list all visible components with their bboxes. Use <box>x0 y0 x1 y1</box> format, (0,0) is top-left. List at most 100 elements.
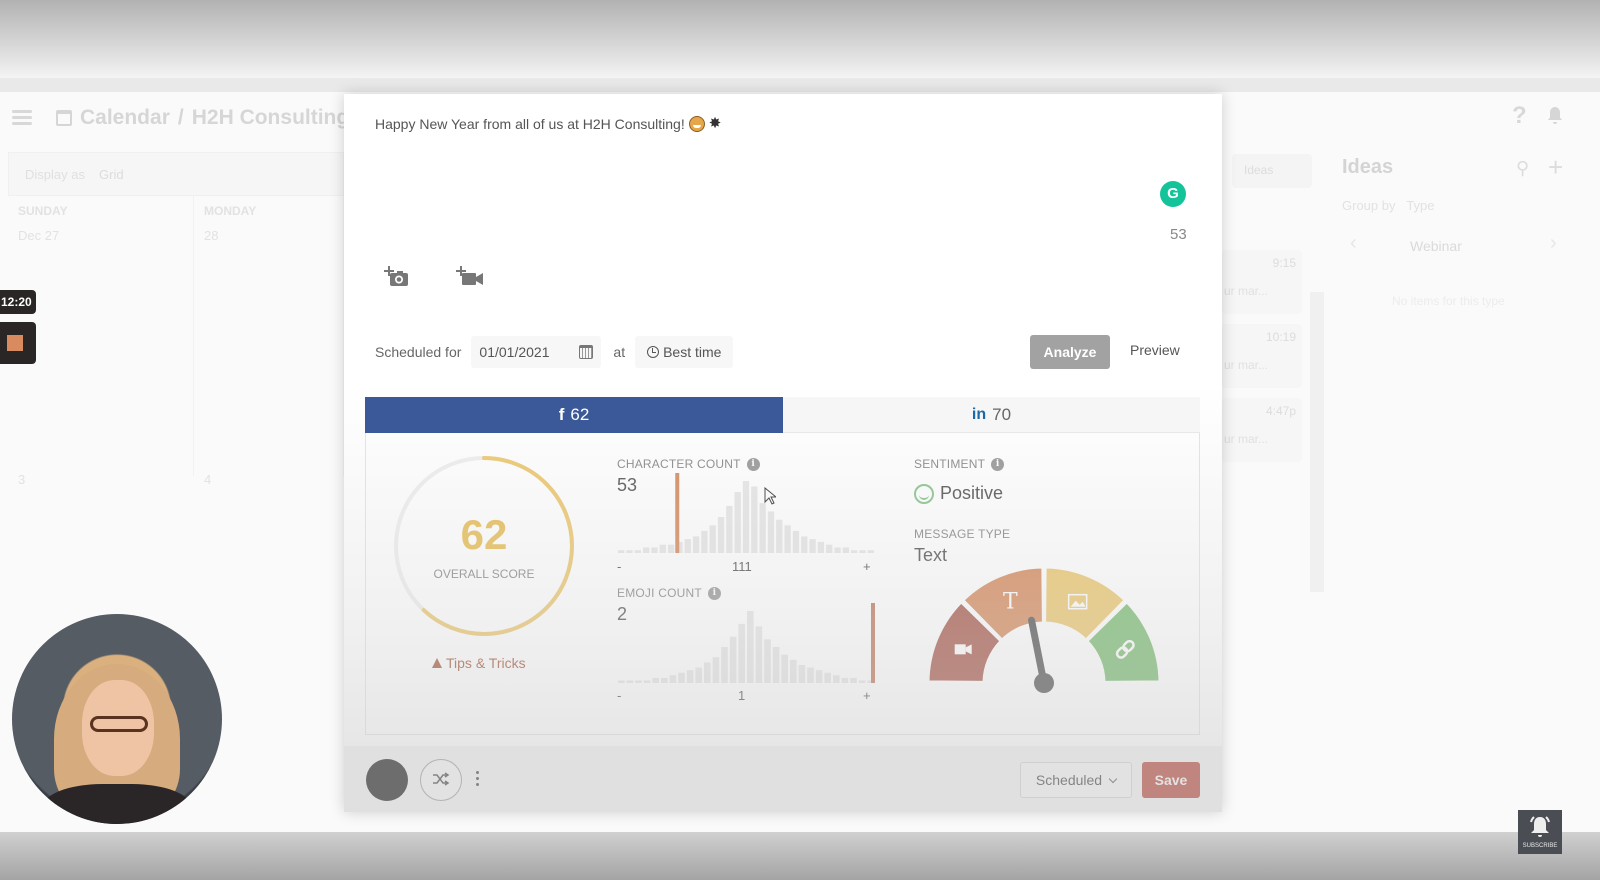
prev-category-icon[interactable]: ‹ <box>1350 232 1357 255</box>
svg-text:T: T <box>1003 590 1018 615</box>
subscribe-button[interactable]: SUBSCRIBE <box>1518 810 1562 854</box>
post-composer-modal: Happy New Year from all of us at H2H Con… <box>344 94 1222 812</box>
breadcrumb-calendar[interactable]: Calendar <box>80 106 170 130</box>
sentiment-value: Positive <box>914 483 1003 504</box>
stop-icon <box>7 335 23 351</box>
character-count-title: CHARACTER COUNT <box>617 457 741 471</box>
histogram-bar <box>792 530 800 553</box>
tab-linkedin[interactable]: in 70 <box>783 397 1200 433</box>
day-label: MONDAY <box>204 204 257 218</box>
message-type-value: Text <box>914 545 948 565</box>
add-video-icon[interactable] <box>456 266 484 288</box>
category-select[interactable]: Webinar <box>1410 238 1462 254</box>
grinning-emoji-icon <box>688 116 705 132</box>
search-icon[interactable]: ⚲ <box>1516 158 1529 179</box>
flask-icon <box>432 658 442 668</box>
histogram-bar <box>701 530 708 553</box>
histogram-bar <box>618 550 625 553</box>
calendar-icon <box>56 110 72 126</box>
mouse-cursor-icon <box>764 487 776 505</box>
status-select[interactable]: Scheduled <box>1020 762 1132 798</box>
save-button[interactable]: Save <box>1142 762 1200 798</box>
histogram-bar <box>859 550 866 553</box>
histogram-bar <box>712 657 720 683</box>
more-options-icon[interactable] <box>474 770 480 790</box>
histogram-bar <box>678 672 685 683</box>
breadcrumb: Calendar / H2H Consulting <box>56 106 349 130</box>
breadcrumb-workspace[interactable]: H2H Consulting <box>192 106 350 130</box>
scrollbar[interactable] <box>1310 292 1324 592</box>
bell-icon <box>1530 816 1550 837</box>
message-textarea[interactable]: Happy New Year from all of us at H2H Con… <box>375 116 725 132</box>
date-label: 28 <box>204 228 219 243</box>
info-icon[interactable]: i <box>707 586 721 600</box>
date-value: 01/01/2021 <box>479 344 550 360</box>
message-type-gauge: T <box>926 565 1162 693</box>
shuffle-button[interactable] <box>420 759 462 801</box>
sentiment-label: SENTIMENT i <box>914 457 1005 471</box>
info-icon[interactable]: i <box>746 457 760 471</box>
profile-avatar[interactable] <box>366 759 408 801</box>
linkedin-score: 70 <box>992 404 1012 424</box>
calendar-event[interactable]: 10:19 ur mar... <box>1222 324 1302 388</box>
tab-facebook[interactable]: f 62 <box>365 397 783 433</box>
display-as-label: Display as <box>25 167 85 182</box>
preview-button[interactable]: Preview <box>1130 342 1180 358</box>
help-icon[interactable]: ? <box>1512 102 1527 130</box>
analyze-button[interactable]: Analyze <box>1030 335 1110 369</box>
notification-bell-icon[interactable] <box>1546 106 1564 126</box>
emoji-count-label: EMOJI COUNT i <box>617 586 721 600</box>
date-input[interactable]: 01/01/2021 <box>471 336 602 368</box>
histogram-bar <box>726 505 733 553</box>
calendar-event[interactable]: 4:47p ur mar... <box>1222 398 1302 462</box>
histogram-bar <box>817 541 825 553</box>
calendar-event[interactable]: 9:15 ur mar... <box>1222 250 1302 314</box>
histogram-bar <box>815 670 823 683</box>
date-label: 3 <box>18 472 26 487</box>
overall-score-value: 62 <box>460 511 508 558</box>
axis-min-label: - <box>617 688 622 703</box>
histogram-bar <box>841 677 849 683</box>
histogram-bar <box>850 677 857 683</box>
stop-recording-button[interactable] <box>0 322 36 364</box>
add-photo-icon[interactable] <box>384 266 410 288</box>
event-time: 9:15 <box>1272 256 1296 270</box>
event-time: 10:19 <box>1265 330 1296 344</box>
histogram-bar <box>755 626 763 683</box>
network-tabs: f 62 in 70 <box>365 397 1200 433</box>
calendar-icon[interactable] <box>579 345 594 359</box>
breadcrumb-separator: / <box>177 106 184 129</box>
video-icon <box>954 644 972 655</box>
smiley-icon <box>914 483 934 504</box>
axis-max-label: + <box>863 559 871 574</box>
group-by-select[interactable]: Group by Type <box>1342 198 1435 213</box>
gauge-hub <box>1034 673 1054 693</box>
histogram-bar <box>635 680 642 683</box>
clock-icon <box>647 346 660 358</box>
calendar-column-monday: MONDAY 28 <box>194 196 344 476</box>
tips-and-tricks-link[interactable]: Tips & Tricks <box>432 655 526 671</box>
menu-icon[interactable] <box>12 110 32 126</box>
linkedin-icon: in <box>971 405 987 423</box>
histogram-bar <box>809 539 816 553</box>
histogram-bar <box>851 550 858 553</box>
histogram-bar <box>807 667 814 683</box>
histogram-bar <box>781 654 788 683</box>
grammarly-icon[interactable]: G <box>1160 181 1186 207</box>
histogram-bar <box>867 550 874 553</box>
add-idea-icon[interactable]: + <box>1548 152 1563 183</box>
ideas-toggle-button[interactable]: Ideas <box>1232 154 1312 188</box>
facebook-icon: f <box>558 405 565 424</box>
overall-score-label: OVERALL SCORE <box>433 567 535 581</box>
current-value-marker <box>675 473 680 553</box>
best-time-button[interactable]: Best time <box>635 336 734 368</box>
histogram-bar <box>686 670 694 683</box>
ideas-panel: Ideas ⚲ + Group by Type ‹ Webinar › No i… <box>1330 148 1600 548</box>
next-category-icon[interactable]: › <box>1550 232 1557 255</box>
histogram-bar <box>626 680 634 683</box>
histogram-bar <box>776 519 783 553</box>
character-count-histogram <box>618 473 874 553</box>
info-icon[interactable]: i <box>991 457 1005 471</box>
histogram-bar <box>721 647 728 683</box>
display-as-select[interactable]: Grid <box>99 167 124 182</box>
